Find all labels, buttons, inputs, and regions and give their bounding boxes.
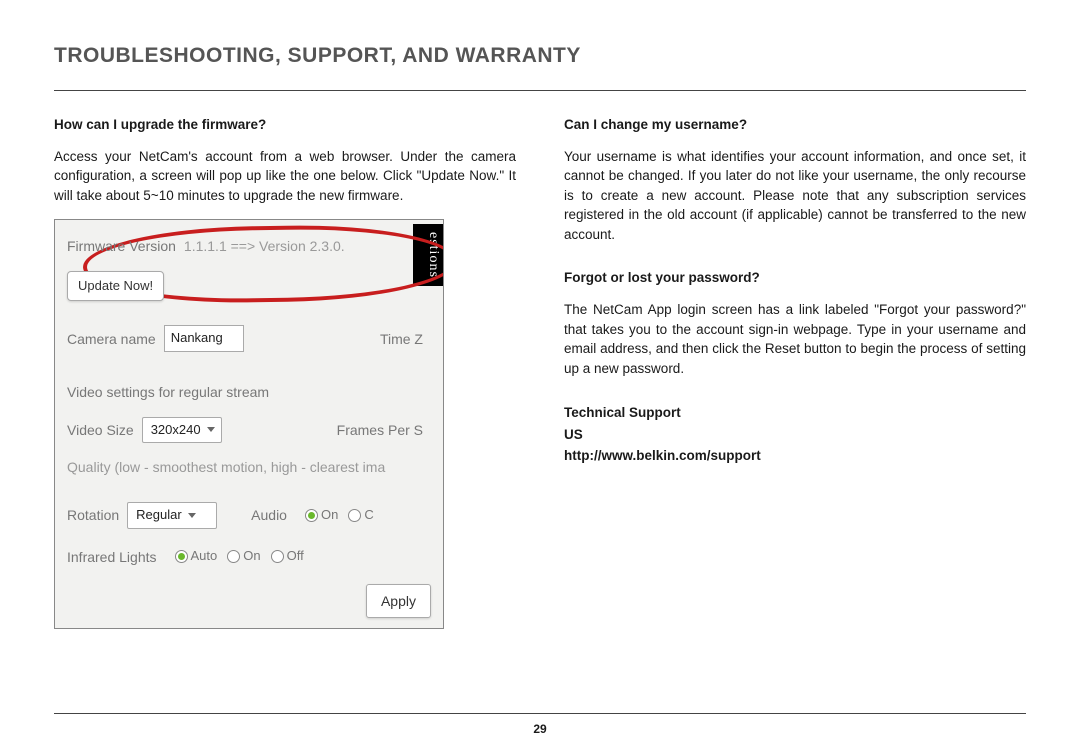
timezone-label: Time Z	[380, 329, 423, 349]
faq-a-forgot-password: The NetCam App login screen has a link l…	[564, 300, 1026, 378]
rotation-row: Rotation Regular Audio On C	[67, 502, 431, 529]
faq-q-upgrade-firmware: How can I upgrade the firmware?	[54, 115, 516, 135]
video-size-value: 320x240	[151, 421, 201, 440]
audio-c-label: C	[364, 506, 373, 525]
apply-button[interactable]: Apply	[366, 584, 431, 618]
divider-bottom	[54, 713, 1026, 714]
fps-label: Frames Per S	[337, 420, 423, 440]
camera-name-label: Camera name	[67, 329, 156, 349]
tech-support-heading: Technical Support	[564, 402, 1026, 424]
ir-off-label: Off	[287, 547, 304, 566]
ir-on-label: On	[243, 547, 260, 566]
firmware-version-text: 1.1.1.1 ==> Version 2.3.0.	[184, 236, 345, 256]
screenshot-inner: Firmware Version 1.1.1.1 ==> Version 2.3…	[55, 220, 443, 593]
rotation-select[interactable]: Regular	[127, 502, 217, 529]
faq-q-forgot-password: Forgot or lost your password?	[564, 268, 1026, 288]
camera-name-input[interactable]: Nankang	[164, 325, 244, 352]
chevron-down-icon	[188, 513, 196, 518]
faq-block-username: Can I change my username? Your username …	[564, 115, 1026, 244]
quality-text: Quality (low - smoothest motion, high - …	[67, 457, 385, 477]
column-right: Can I change my username? Your username …	[564, 115, 1026, 629]
ir-off-radio[interactable]	[271, 550, 284, 563]
faq-a-upgrade-firmware: Access your NetCam's account from a web …	[54, 147, 516, 206]
infrared-row: Infrared Lights Auto On Off	[67, 547, 431, 567]
quality-row: Quality (low - smoothest motion, high - …	[67, 457, 431, 477]
audio-label: Audio	[251, 505, 287, 525]
faq-q-change-username: Can I change my username?	[564, 115, 1026, 135]
ir-auto-radio[interactable]	[175, 550, 188, 563]
page-title: TROUBLESHOOTING, SUPPORT, AND WARRANTY	[54, 44, 1026, 68]
audio-on-label: On	[321, 506, 338, 525]
update-now-button[interactable]: Update Now!	[67, 271, 164, 302]
columns: How can I upgrade the firmware? Access y…	[54, 115, 1026, 629]
rotation-label: Rotation	[67, 505, 119, 525]
video-settings-header: Video settings for regular stream	[67, 382, 431, 402]
technical-support-block: Technical Support US http://www.belkin.c…	[564, 402, 1026, 467]
video-settings-label: Video settings for regular stream	[67, 382, 269, 402]
document-page: TROUBLESHOOTING, SUPPORT, AND WARRANTY H…	[0, 0, 1080, 756]
page-number: 29	[0, 722, 1080, 736]
ir-auto-label: Auto	[191, 547, 218, 566]
video-size-label: Video Size	[67, 420, 134, 440]
tech-support-url: http://www.belkin.com/support	[564, 445, 1026, 467]
faq-block-password: Forgot or lost your password? The NetCam…	[564, 268, 1026, 378]
firmware-label: Firmware Version	[67, 236, 176, 256]
camera-name-row: Camera name Nankang Time Z	[67, 325, 431, 352]
config-screenshot: estions Firmware Version 1.1.1.1 ==> Ver…	[54, 219, 444, 629]
tech-support-region: US	[564, 424, 1026, 446]
firmware-row: Firmware Version 1.1.1.1 ==> Version 2.3…	[67, 236, 431, 256]
infrared-label: Infrared Lights	[67, 547, 157, 567]
footer: 29	[0, 713, 1080, 736]
video-size-select[interactable]: 320x240	[142, 417, 222, 444]
audio-on-radio[interactable]	[305, 509, 318, 522]
update-row: Update Now!	[67, 271, 431, 302]
faq-a-change-username: Your username is what identifies your ac…	[564, 147, 1026, 245]
divider-top	[54, 90, 1026, 91]
video-size-row: Video Size 320x240 Frames Per S	[67, 417, 431, 444]
audio-c-radio[interactable]	[348, 509, 361, 522]
rotation-value: Regular	[136, 506, 182, 525]
ir-on-radio[interactable]	[227, 550, 240, 563]
column-left: How can I upgrade the firmware? Access y…	[54, 115, 516, 629]
chevron-down-icon	[207, 427, 215, 432]
